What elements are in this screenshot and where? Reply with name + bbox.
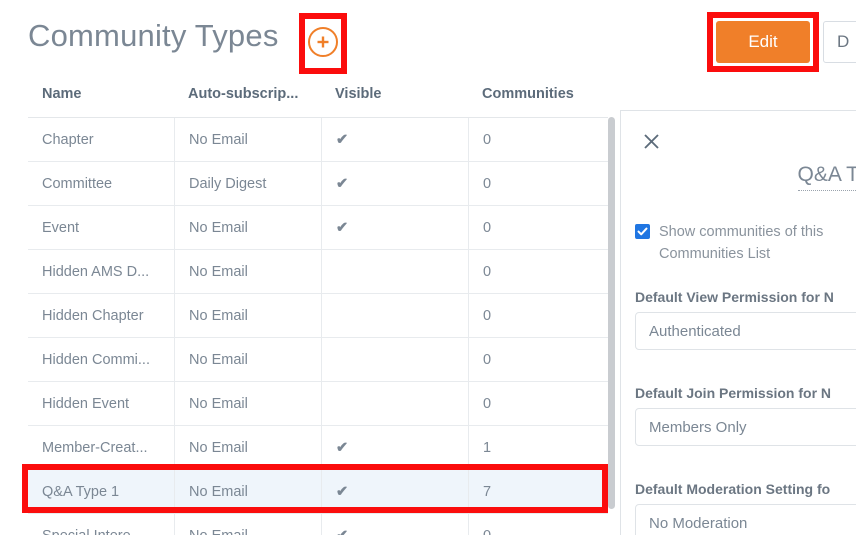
table-row[interactable]: Special IntereNo Email✔0	[28, 513, 608, 535]
default-join-permission-select[interactable]: Members Only	[635, 408, 856, 446]
cell-communities[interactable]: 0	[468, 161, 608, 206]
cell-auto-subscription: No Email	[174, 469, 321, 514]
show-communities-label: Show communities of this Communities Lis…	[659, 221, 823, 265]
default-join-permission-label: Default Join Permission for N	[635, 385, 832, 401]
default-moderation-setting-select[interactable]: No Moderation	[635, 504, 856, 535]
table-row[interactable]: Hidden Commi... No Email 0	[28, 337, 608, 382]
cell-communities[interactable]: 0	[468, 117, 608, 162]
cell-visible	[321, 293, 468, 338]
plus-circle-icon[interactable]	[308, 27, 338, 57]
cell-auto-subscription: No Email	[174, 249, 321, 294]
cell-name: Event	[42, 219, 80, 236]
table-row[interactable]: Member-Creat... No Email ✔ 1	[28, 425, 608, 470]
table-body: Chapter No Email ✔ 0 Committee Daily Digest ✔ 0…	[28, 117, 608, 535]
cell-name: Hidden Event	[42, 395, 130, 412]
show-communities-checkbox-row[interactable]: Show communities of this Communities Lis…	[635, 221, 856, 265]
cell-visible	[321, 249, 468, 294]
cell-visible: ✔	[321, 205, 468, 250]
delete-button[interactable]: D	[823, 21, 856, 63]
cell-communities[interactable]: 0	[468, 381, 608, 426]
cell-name: Hidden Commi...	[42, 351, 150, 368]
cell-communities[interactable]: 0	[468, 513, 608, 535]
show-communities-label-line2: Communities List	[659, 246, 771, 262]
table-row[interactable]: Event No Email ✔ 0	[28, 205, 608, 250]
show-communities-checkbox[interactable]	[635, 224, 650, 239]
close-icon[interactable]	[640, 130, 662, 152]
community-types-table: Name Auto-subscrip... Visible Communitie…	[28, 84, 608, 535]
edit-button[interactable]: Edit	[716, 21, 810, 63]
default-moderation-setting-label: Default Moderation Setting fo	[635, 481, 831, 497]
cell-auto-subscription: No Email	[174, 425, 321, 470]
table-vertical-scrollbar[interactable]	[608, 117, 615, 509]
cell-name: Chapter	[42, 131, 94, 148]
panel-title: Q&A Typ	[797, 163, 856, 191]
show-communities-label-line1: Show communities of this	[659, 224, 824, 240]
cell-visible: ✔	[321, 469, 468, 514]
community-type-detail-panel: Q&A Typ Show communities of this Communi…	[620, 110, 856, 535]
column-header-communities[interactable]: Communities	[468, 84, 608, 102]
cell-name: Q&A Type 1	[42, 483, 120, 500]
default-view-permission-field: Default View Permission for N Authentica…	[635, 289, 856, 350]
default-join-permission-field: Default Join Permission for N Members On…	[635, 385, 856, 446]
table-row[interactable]: Hidden Chapter No Email 0	[28, 293, 608, 338]
default-view-permission-label: Default View Permission for N	[635, 289, 834, 305]
cell-auto-subscription: Daily Digest	[174, 161, 321, 206]
table-row[interactable]: Chapter No Email ✔ 0	[28, 117, 608, 162]
cell-communities[interactable]: 1	[468, 425, 608, 470]
cell-auto-subscription: No Email	[174, 117, 321, 162]
table-row[interactable]: Hidden AMS D... No Email 0	[28, 249, 608, 294]
cell-name: Member-Creat...	[42, 439, 148, 456]
cell-communities[interactable]: 0	[468, 293, 608, 338]
column-header-name[interactable]: Name	[28, 84, 174, 102]
cell-visible: ✔	[321, 513, 468, 535]
cell-auto-subscription: No Email	[174, 337, 321, 382]
cell-auto-subscription: No Email	[174, 293, 321, 338]
cell-name: Special Intere	[28, 514, 174, 535]
cell-communities[interactable]: 7	[468, 469, 608, 514]
cell-visible: ✔	[321, 425, 468, 470]
default-moderation-setting-field: Default Moderation Setting fo No Moderat…	[635, 481, 856, 535]
cell-auto-subscription: No Email	[174, 513, 321, 535]
table-row[interactable]: Hidden Event No Email 0	[28, 381, 608, 426]
table-row[interactable]: Q&A Type 1 No Email ✔ 7	[28, 469, 608, 514]
column-header-autosubscribe[interactable]: Auto-subscrip...	[174, 84, 321, 102]
add-community-type-wrapper	[301, 15, 345, 73]
cell-visible: ✔	[321, 161, 468, 206]
cell-auto-subscription: No Email	[174, 205, 321, 250]
cell-visible: ✔	[321, 117, 468, 162]
page-title: Community Types	[28, 18, 279, 53]
cell-communities[interactable]: 0	[468, 249, 608, 294]
column-header-visible[interactable]: Visible	[321, 84, 468, 102]
table-header-row: Name Auto-subscrip... Visible Communitie…	[28, 84, 608, 117]
cell-name: Hidden Chapter	[42, 307, 144, 324]
cell-communities[interactable]: 0	[468, 337, 608, 382]
cell-auto-subscription: No Email	[174, 381, 321, 426]
cell-communities[interactable]: 0	[468, 205, 608, 250]
community-types-page: Community Types Edit D Name Auto-subscri…	[0, 0, 856, 535]
cell-visible	[321, 337, 468, 382]
cell-visible	[321, 381, 468, 426]
cell-name: Committee	[42, 175, 113, 192]
table-row[interactable]: Committee Daily Digest ✔ 0	[28, 161, 608, 206]
default-view-permission-select[interactable]: Authenticated	[635, 312, 856, 350]
cell-name: Hidden AMS D...	[42, 263, 150, 280]
